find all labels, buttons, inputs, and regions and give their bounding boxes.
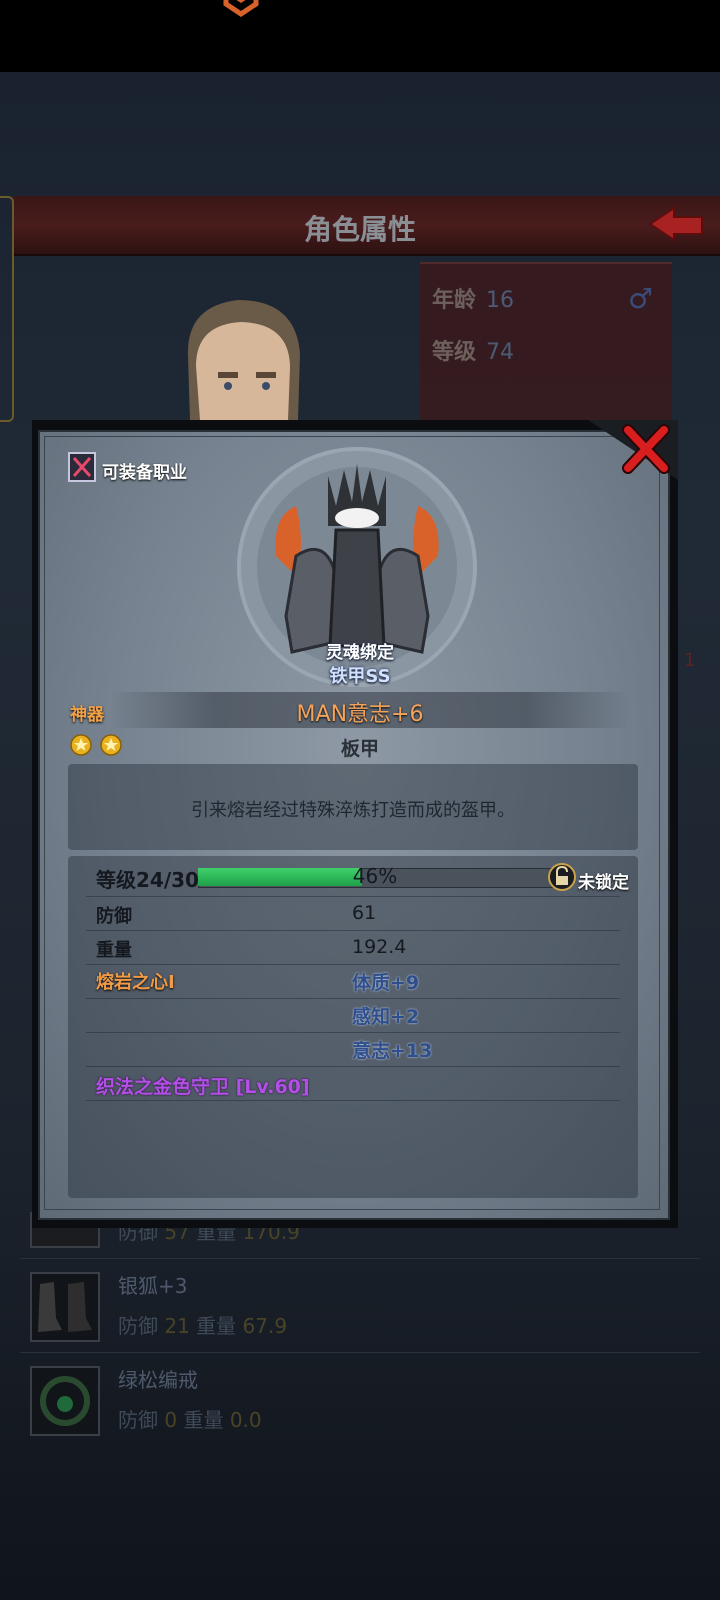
level-progress-percent: 46% [352, 864, 398, 888]
character-portrait [187, 300, 300, 420]
lock-status[interactable]: 未锁定 [578, 868, 629, 893]
divider [86, 896, 620, 897]
item-level-label: 等级24/30 [96, 868, 199, 892]
divider [20, 1352, 700, 1353]
defense-label: 防御 [96, 906, 132, 927]
divider [86, 930, 620, 931]
app-logo-icon [223, 0, 259, 18]
class-sword-icon [68, 452, 96, 482]
boots-icon[interactable] [30, 1272, 100, 1342]
age-stat: 年龄 16 [432, 288, 515, 313]
item-type: 板甲 [340, 738, 379, 760]
page-title: 角色属性 [303, 213, 416, 246]
equipment-name: 绿松编戒 [118, 1368, 198, 1392]
divider [86, 964, 620, 965]
item-set-name[interactable]: 织法之金色守卫 [Lv.60] [96, 1072, 310, 1099]
equippable-class-label[interactable]: 可装备职业 [102, 458, 187, 483]
equipment-name: 银狐+3 [118, 1274, 188, 1298]
divider [86, 1066, 620, 1067]
affix-bonus: 意志+13 [352, 1040, 433, 1062]
weight-value: 192.4 [352, 936, 407, 958]
divider [86, 1100, 620, 1101]
item-description: 引来熔岩经过特殊淬炼打造而成的盔甲。 [191, 800, 515, 821]
star-icon [70, 734, 92, 756]
divider [86, 998, 620, 999]
divider [20, 1258, 700, 1259]
side-number: 1 [684, 650, 696, 671]
equipment-stats: 防御 21 重量 67.9 [118, 1314, 288, 1338]
soulbound-tag: 灵魂绑定 [326, 643, 394, 663]
divider [86, 1032, 620, 1033]
artifact-tag: 神器 [70, 705, 104, 725]
equipment-stats: 防御 0 重量 0.0 [118, 1408, 262, 1432]
close-icon[interactable] [622, 424, 670, 474]
level-stat: 等级 74 [432, 340, 515, 365]
affix-bonus: 体质+9 [352, 972, 420, 994]
status-bar [0, 0, 720, 72]
defense-value: 61 [352, 902, 377, 924]
item-name: MAN意志+6 [296, 702, 424, 727]
affix-bonus: 感知+2 [352, 1006, 420, 1028]
item-rank: 铁甲SS [329, 666, 391, 687]
gender-male-icon: ♂ [628, 282, 654, 315]
star-icon [100, 734, 122, 756]
weight-label: 重量 [96, 940, 132, 961]
lock-icon[interactable] [548, 862, 576, 892]
back-arrow-icon[interactable] [646, 204, 706, 244]
affix-name: 熔岩之心I [96, 972, 175, 993]
ring-icon[interactable] [30, 1366, 100, 1436]
